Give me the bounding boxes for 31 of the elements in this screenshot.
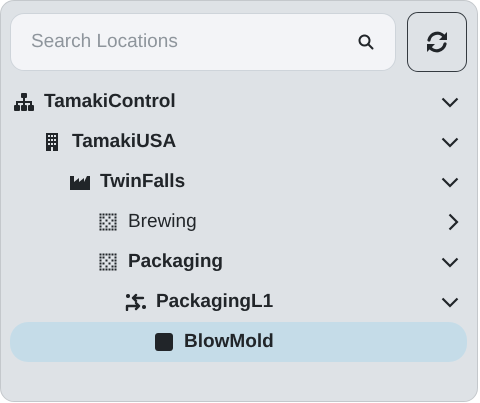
search-icon bbox=[358, 34, 374, 50]
refresh-button[interactable] bbox=[407, 12, 467, 72]
chevron-down-icon[interactable] bbox=[441, 256, 459, 268]
refresh-icon bbox=[425, 30, 449, 54]
tree-item-label: Brewing bbox=[128, 211, 198, 233]
tree-item[interactable]: Brewing bbox=[10, 202, 467, 242]
tree-item-label: TamakiUSA bbox=[72, 131, 178, 153]
tree-item[interactable]: TamakiControl bbox=[10, 82, 467, 122]
search-field[interactable]: Search Locations bbox=[10, 13, 396, 71]
chevron-down-icon[interactable] bbox=[441, 136, 459, 148]
tree-item[interactable]: BlowMold bbox=[10, 322, 467, 362]
tree-item[interactable]: TamakiUSA bbox=[10, 122, 467, 162]
chevron-down-icon[interactable] bbox=[441, 296, 459, 308]
tree-item-label: PackagingL1 bbox=[156, 291, 274, 313]
tree-item-label: Packaging bbox=[128, 251, 224, 273]
sitemap-icon bbox=[14, 93, 34, 111]
tree-item[interactable]: Packaging bbox=[10, 242, 467, 282]
dotted-grid-icon bbox=[99, 253, 117, 271]
factory-icon bbox=[70, 174, 90, 190]
tree-item-label: BlowMold bbox=[184, 331, 275, 353]
building-icon bbox=[45, 133, 59, 151]
chevron-right-icon[interactable] bbox=[448, 213, 459, 231]
tree-item[interactable]: TwinFalls bbox=[10, 162, 467, 202]
tree-item-label: TamakiControl bbox=[44, 91, 177, 113]
tree-item-label: TwinFalls bbox=[100, 171, 186, 193]
dotted-grid-icon bbox=[99, 213, 117, 231]
chevron-down-icon[interactable] bbox=[441, 176, 459, 188]
chevron-down-icon[interactable] bbox=[441, 96, 459, 108]
exchange-arrows-icon bbox=[125, 293, 147, 311]
square-icon bbox=[155, 333, 173, 351]
tree-item[interactable]: PackagingL1 bbox=[10, 282, 467, 322]
